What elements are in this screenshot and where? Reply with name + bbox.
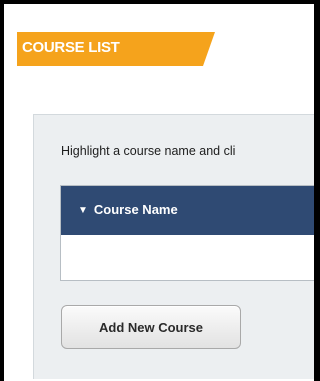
instruction-text: Highlight a course name and cli — [61, 144, 236, 158]
page-title: COURSE LIST — [22, 39, 120, 56]
page-frame: COURSE LIST Highlight a course name and … — [4, 4, 314, 381]
column-header-label: Course Name — [93, 202, 178, 217]
column-header-course-name[interactable]: ▼ Course Name — [78, 202, 178, 217]
course-list-header: COURSE LIST — [17, 32, 215, 66]
course-list-panel: Highlight a course name and cli ▼ Course … — [33, 114, 314, 379]
table-header: ▼ Course Name — [61, 186, 314, 235]
course-table: ▼ Course Name — [60, 185, 314, 281]
add-new-course-button[interactable]: Add New Course — [61, 305, 241, 349]
triangle-down-icon: ▼ — [78, 205, 88, 216]
